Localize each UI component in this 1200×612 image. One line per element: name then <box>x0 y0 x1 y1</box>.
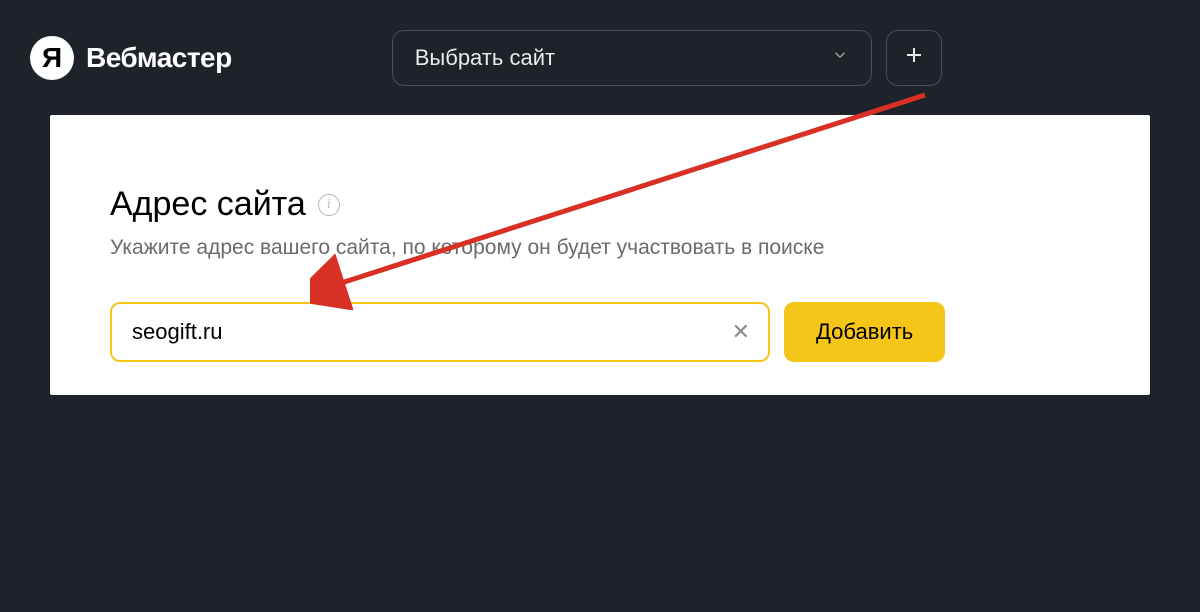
app-header: Я Вебмастер Выбрать сайт <box>0 0 1200 115</box>
add-button[interactable]: Добавить <box>784 302 945 362</box>
logo[interactable]: Я Вебмастер <box>30 36 232 80</box>
chevron-down-icon <box>831 46 849 69</box>
site-select-group: Выбрать сайт <box>392 30 942 86</box>
site-select-dropdown[interactable]: Выбрать сайт <box>392 30 872 86</box>
yandex-logo-icon: Я <box>30 36 74 80</box>
site-select-label: Выбрать сайт <box>415 45 555 71</box>
add-site-card: Адрес сайта i Укажите адрес вашего сайта… <box>50 115 1150 395</box>
site-url-input[interactable] <box>110 302 770 362</box>
title-row: Адрес сайта i <box>110 185 1090 224</box>
close-icon: ✕ <box>732 319 750 344</box>
page-subtitle: Укажите адрес вашего сайта, по которому … <box>110 236 1090 260</box>
clear-input-button[interactable]: ✕ <box>728 317 754 347</box>
logo-text: Вебмастер <box>86 42 232 74</box>
url-input-wrap: ✕ <box>110 302 770 362</box>
input-row: ✕ Добавить <box>110 302 1090 362</box>
plus-icon <box>902 43 926 72</box>
add-site-button[interactable] <box>886 30 942 86</box>
page-title: Адрес сайта <box>110 185 306 224</box>
content-wrap: Адрес сайта i Укажите адрес вашего сайта… <box>0 115 1200 395</box>
info-icon[interactable]: i <box>318 194 340 216</box>
